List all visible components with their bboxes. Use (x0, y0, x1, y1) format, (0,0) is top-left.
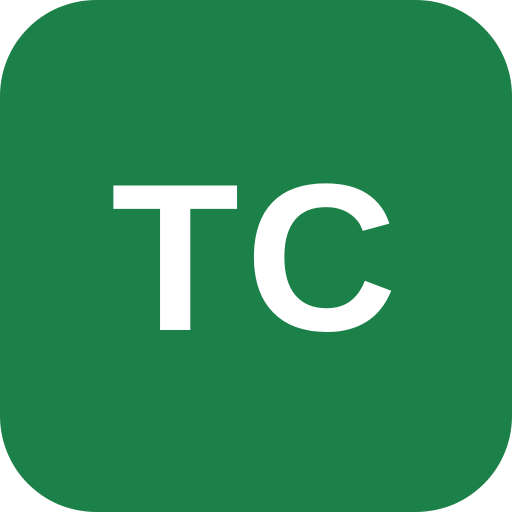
monogram-text: TC (111, 140, 403, 375)
app-icon: TC (0, 0, 512, 512)
